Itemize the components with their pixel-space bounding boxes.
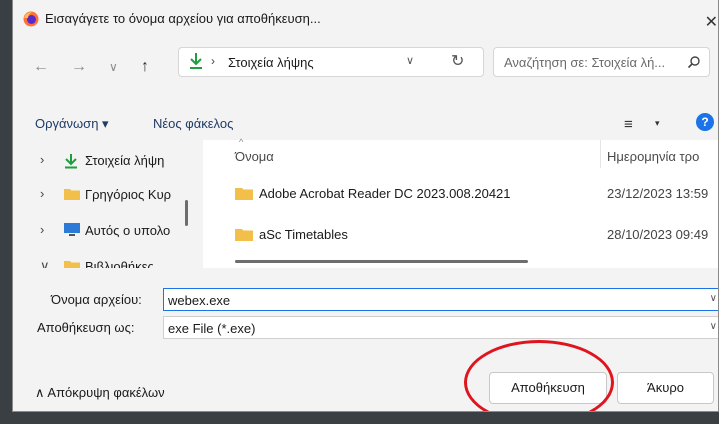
filename-label: Όνομα αρχείου: [51, 292, 142, 307]
organize-menu[interactable]: Οργάνωση ▾ [35, 116, 109, 132]
back-button[interactable]: ← [33, 58, 49, 76]
new-folder-button[interactable]: Νέος φάκελος [153, 116, 233, 131]
folder-icon [64, 187, 80, 204]
chevron-down-icon[interactable]: ∨ [710, 293, 717, 304]
file-row[interactable]: aSc Timetables 28/10/2023 09:49 [223, 223, 718, 247]
nav-item-label: Βιβλιοθήκες [85, 259, 154, 268]
filename-value[interactable]: webex.exe [168, 293, 230, 308]
search-icon[interactable] [687, 55, 701, 72]
file-date: 23/12/2023 13:59 [607, 186, 709, 201]
search-input[interactable]: Αναζήτηση σε: Στοιχεία λή... [504, 55, 665, 70]
horizontal-scrollbar[interactable] [235, 260, 528, 263]
recent-locations-button[interactable]: ∨ [109, 60, 118, 74]
file-name: Adobe Acrobat Reader DC 2023.008.20421 [259, 186, 511, 201]
filename-field[interactable]: webex.exe ∨ [163, 288, 718, 311]
nav-item-libraries[interactable]: ∨ Βιβλιοθήκες [13, 256, 195, 268]
savetype-label: Αποθήκευση ως: [37, 320, 135, 335]
help-icon[interactable]: ? [696, 113, 714, 131]
folder-icon [235, 186, 253, 204]
column-divider[interactable] [600, 140, 601, 168]
nav-item-label: Γρηγόριος Κυρ [85, 187, 172, 202]
address-bar[interactable]: › Στοιχεία λήψης ∨ ↻ [178, 47, 484, 77]
navigation-pane: › Στοιχεία λήψη › Γρηγόριος Κυρ › Αυτός … [13, 140, 195, 268]
firefox-icon [23, 11, 39, 27]
expand-chevron-icon[interactable]: › [40, 152, 44, 167]
file-date: 28/10/2023 09:49 [607, 227, 709, 242]
forward-button[interactable]: → [71, 58, 87, 76]
nav-item-label: Αυτός ο υπολο [85, 223, 171, 238]
nav-item-this-pc[interactable]: › Αυτός ο υπολο [13, 220, 195, 242]
file-name: aSc Timetables [259, 227, 348, 242]
savetype-value[interactable]: exe File (*.exe) [168, 321, 255, 336]
search-box[interactable]: Αναζήτηση σε: Στοιχεία λή... [493, 47, 710, 77]
refresh-button[interactable]: ↻ [451, 51, 464, 71]
folder-icon [64, 259, 80, 268]
savetype-select[interactable]: exe File (*.exe) ∨ [163, 316, 718, 339]
download-icon [64, 153, 78, 172]
column-header-name[interactable]: Όνομα [235, 149, 274, 164]
title-bar: Εισαγάγετε το όνομα αρχείου για αποθήκευ… [13, 0, 718, 38]
expand-chevron-icon[interactable]: › [40, 222, 44, 237]
nav-item-user-folder[interactable]: › Γρηγόριος Κυρ [13, 184, 195, 206]
download-icon [189, 52, 203, 73]
expand-chevron-icon[interactable]: › [40, 186, 44, 201]
breadcrumb-separator: › [211, 54, 215, 68]
hide-folders-toggle[interactable]: ∧ Απόκρυψη φακέλων [35, 385, 165, 401]
nav-scrollbar[interactable] [185, 200, 188, 226]
computer-icon [64, 223, 80, 240]
view-dropdown-icon[interactable]: ▾ [655, 118, 660, 129]
close-button[interactable]: ✕ [696, 12, 718, 32]
address-dropdown[interactable]: ∨ [406, 54, 414, 67]
column-header-date[interactable]: Ημερομηνία τρο [607, 149, 699, 164]
chevron-down-icon[interactable]: ∨ [710, 321, 717, 332]
collapse-chevron-icon[interactable]: ∨ [40, 258, 50, 268]
folder-icon [235, 227, 253, 245]
cancel-button[interactable]: Άκυρο [617, 372, 714, 404]
up-button[interactable]: ↑ [141, 58, 149, 76]
dialog-title: Εισαγάγετε το όνομα αρχείου για αποθήκευ… [45, 11, 321, 26]
sort-indicator-icon: ^ [239, 137, 244, 147]
save-dialog: Εισαγάγετε το όνομα αρχείου για αποθήκευ… [12, 0, 719, 412]
nav-item-downloads[interactable]: › Στοιχεία λήψη [13, 150, 195, 172]
breadcrumb-location[interactable]: Στοιχεία λήψης [228, 55, 314, 70]
view-options-icon[interactable]: ≡ [624, 116, 633, 133]
file-row[interactable]: Adobe Acrobat Reader DC 2023.008.20421 2… [223, 182, 718, 206]
nav-item-label: Στοιχεία λήψη [85, 153, 165, 168]
